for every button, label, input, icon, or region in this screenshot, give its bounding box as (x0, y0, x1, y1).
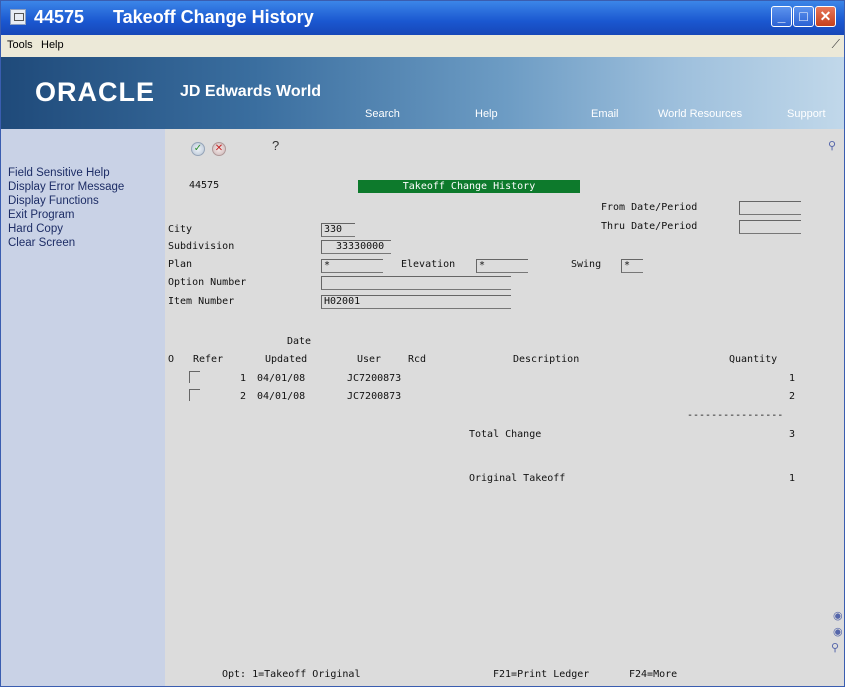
from-date-label: From Date/Period (601, 202, 698, 213)
option-number-field[interactable] (321, 276, 511, 290)
column-header-refer: Refer (193, 354, 224, 365)
footer-options: Opt: 1=Takeoff Original (222, 669, 361, 680)
banner-link-search[interactable]: Search (365, 108, 400, 120)
from-date-field[interactable] (739, 201, 801, 215)
thru-date-field[interactable] (739, 220, 801, 234)
left-function-panel: Field Sensitive Help Display Error Messa… (1, 129, 165, 686)
page-up-icon[interactable]: ◉ (833, 609, 843, 622)
program-number: 44575 (189, 180, 220, 191)
column-header-option: O (168, 354, 175, 365)
row-date-updated: 04/01/08 (257, 391, 306, 402)
oracle-banner: ORACLE JD Edwards World Search Help Emai… (1, 57, 844, 129)
window-program-number: 44575 (34, 7, 85, 27)
elevation-field[interactable]: * (476, 259, 528, 273)
row-option-input[interactable] (189, 389, 200, 401)
zoom-magnifier-icon[interactable]: ⚲ (831, 641, 839, 654)
city-field[interactable]: 330 (321, 223, 355, 237)
minimize-button[interactable]: _ (771, 6, 792, 27)
elevation-label: Elevation (401, 259, 456, 270)
title-bar: 44575 Takeoff Change History _ □ ✕ (1, 1, 844, 35)
row-quantity: 2 (789, 391, 796, 402)
original-takeoff-label: Original Takeoff (469, 473, 566, 484)
total-change-value: 3 (789, 429, 796, 440)
original-takeoff-value: 1 (789, 473, 796, 484)
plan-label: Plan (168, 259, 193, 270)
menu-help[interactable]: Help (41, 39, 64, 51)
column-header-description: Description (513, 354, 580, 365)
main-form-area: ✓ ✕ ? ⚲ 44575 Takeoff Change History Fro… (165, 129, 844, 686)
plan-field[interactable]: * (321, 259, 383, 273)
row-refer: 1 (240, 373, 247, 384)
swing-label: Swing (571, 259, 602, 270)
left-item-display-functions[interactable]: Display Functions (8, 195, 99, 207)
menu-bar: Tools Help ⟋ (1, 35, 844, 58)
menu-tools[interactable]: Tools (7, 39, 33, 51)
row-option-input[interactable] (189, 371, 200, 383)
row-user: JC7200873 (347, 373, 402, 384)
footer-f24[interactable]: F24=More (629, 669, 677, 680)
screen-title: Takeoff Change History (358, 180, 580, 193)
help-question-icon[interactable]: ? (272, 138, 279, 153)
thru-date-label: Thru Date/Period (601, 221, 698, 232)
subdivision-label: Subdivision (168, 241, 235, 252)
left-item-field-sensitive-help[interactable]: Field Sensitive Help (8, 167, 110, 179)
column-header-quantity: Quantity (729, 354, 778, 365)
cancel-x-icon[interactable]: ✕ (212, 142, 226, 156)
maximize-button[interactable]: □ (793, 6, 814, 27)
window-icon[interactable] (10, 9, 26, 25)
total-separator: ---------------- (687, 410, 784, 421)
left-item-exit-program[interactable]: Exit Program (8, 209, 74, 221)
footer-f21[interactable]: F21=Print Ledger (493, 669, 589, 680)
left-item-display-error-message[interactable]: Display Error Message (8, 181, 124, 193)
item-number-label: Item Number (168, 296, 235, 307)
banner-link-world-resources[interactable]: World Resources (658, 108, 742, 120)
city-label: City (168, 224, 193, 235)
banner-link-help[interactable]: Help (475, 108, 498, 120)
banner-link-email[interactable]: Email (591, 108, 619, 120)
subdivision-field[interactable]: 33330000 (321, 240, 391, 254)
search-magnifier-icon[interactable]: ⚲ (828, 139, 836, 152)
jde-logo: JD Edwards World (180, 83, 322, 100)
row-refer: 2 (240, 391, 247, 402)
column-header-date: Date (287, 336, 312, 347)
option-number-label: Option Number (168, 277, 247, 288)
windows-logo-icon: ⟋ (831, 37, 840, 51)
column-header-rcd: Rcd (408, 354, 427, 365)
column-header-updated: Updated (265, 354, 308, 365)
swing-field[interactable]: * (621, 259, 643, 273)
close-button[interactable]: ✕ (815, 6, 836, 27)
item-number-field[interactable]: H02001 (321, 295, 511, 309)
window-title: Takeoff Change History (113, 7, 314, 27)
oracle-logo: ORACLE (35, 77, 155, 107)
ok-checkmark-icon[interactable]: ✓ (191, 142, 205, 156)
application-window: 44575 Takeoff Change History _ □ ✕ Tools… (0, 0, 845, 687)
row-quantity: 1 (789, 373, 796, 384)
left-item-hard-copy[interactable]: Hard Copy (8, 223, 63, 235)
page-down-icon[interactable]: ◉ (833, 625, 843, 638)
left-item-clear-screen[interactable]: Clear Screen (8, 237, 75, 249)
total-change-label: Total Change (469, 429, 542, 440)
column-header-user: User (357, 354, 382, 365)
row-date-updated: 04/01/08 (257, 373, 306, 384)
row-user: JC7200873 (347, 391, 402, 402)
banner-link-support[interactable]: Support (787, 108, 826, 120)
